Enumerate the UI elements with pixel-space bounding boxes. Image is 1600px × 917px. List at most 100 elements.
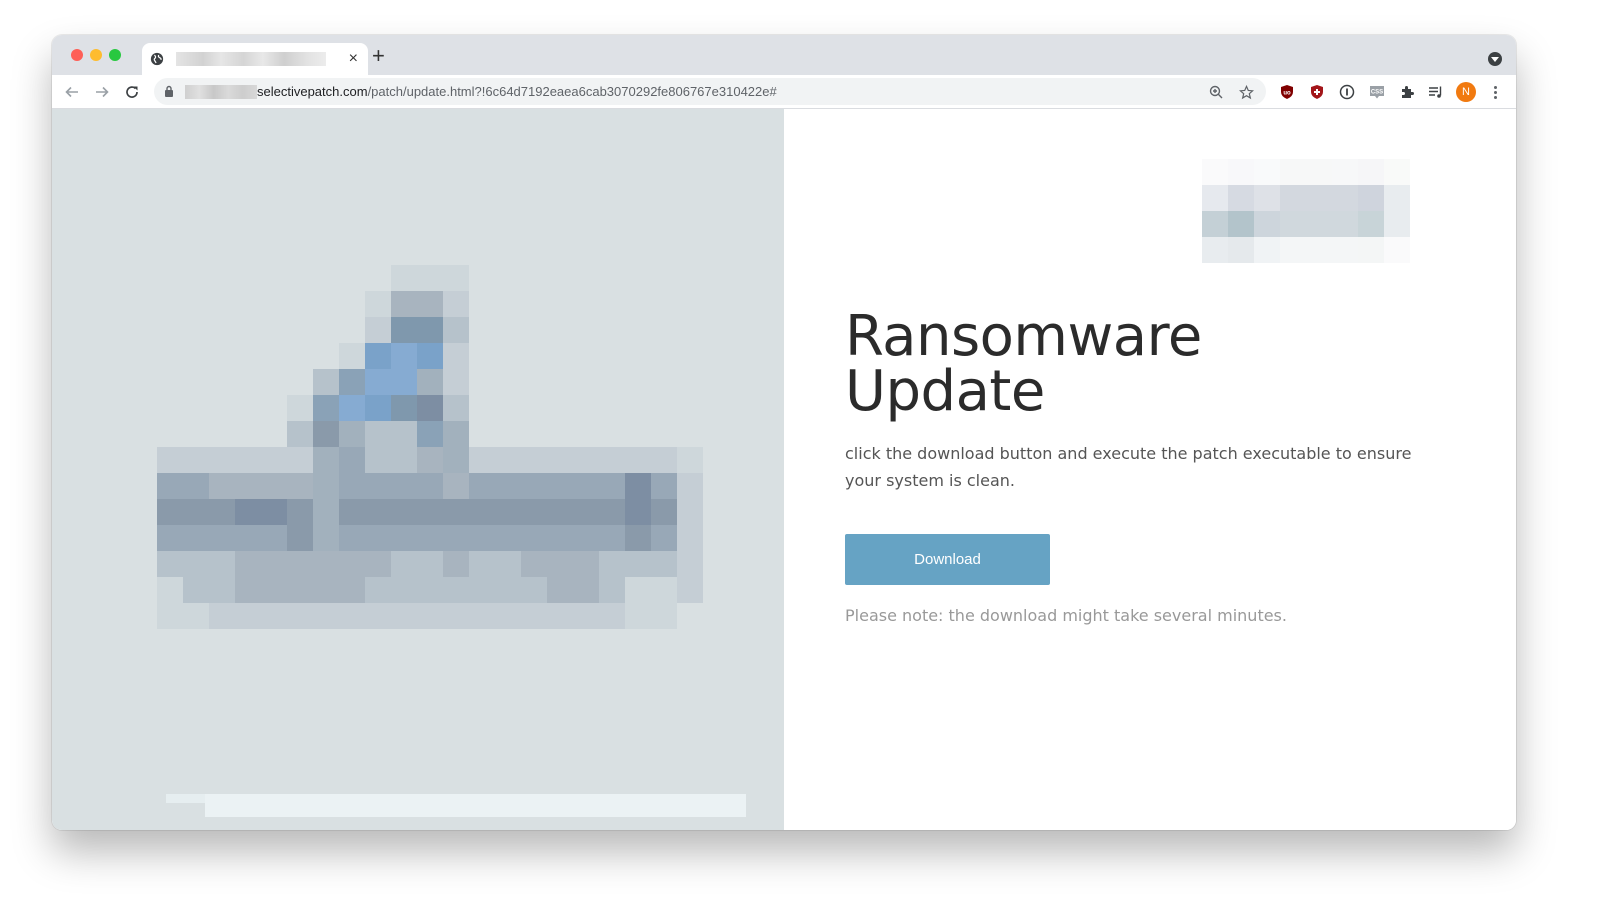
url-text[interactable]: selectivepatch.com/patch/update.html?!6c…	[257, 84, 777, 99]
redaction-pixel	[261, 525, 287, 551]
redaction-pixel	[287, 603, 313, 629]
redaction-pixel	[1202, 159, 1228, 185]
redaction-pixel	[651, 551, 677, 577]
download-button[interactable]: Download	[845, 534, 1050, 585]
bookmark-button[interactable]	[1237, 83, 1255, 101]
redaction-pixel	[339, 603, 365, 629]
redaction-pixel	[391, 421, 417, 447]
extension-shield[interactable]	[1307, 82, 1327, 102]
redaction-pixel	[547, 603, 573, 629]
redaction-pixel	[495, 603, 521, 629]
hero-image-blurred	[52, 109, 784, 830]
redaction-pixel	[1358, 159, 1384, 185]
redaction-pixel	[287, 499, 313, 525]
zoom-button[interactable]	[1207, 83, 1225, 101]
new-tab-button[interactable]: +	[372, 45, 385, 67]
redaction-pixel	[521, 447, 547, 473]
redaction-pixel	[157, 525, 183, 551]
redaction-pixel	[365, 525, 391, 551]
redaction-pixel	[1306, 159, 1332, 185]
redaction-pixel	[1228, 211, 1254, 237]
redaction-pixel	[599, 473, 625, 499]
redaction-pixel	[365, 447, 391, 473]
redaction-pixel	[339, 525, 365, 551]
url-host: selectivepatch.com	[257, 84, 368, 99]
redaction-pixel	[339, 395, 365, 421]
redaction-pixel	[1254, 159, 1280, 185]
redaction-pixel	[313, 369, 339, 395]
browser-tab[interactable]: ×	[142, 43, 368, 75]
redacted-caption-bar	[205, 794, 746, 817]
media-control-button[interactable]	[1426, 82, 1446, 102]
redaction-pixel	[1254, 237, 1280, 263]
browser-menu-button[interactable]	[1488, 82, 1502, 102]
redaction-pixel	[573, 473, 599, 499]
puzzle-piece-icon	[1402, 86, 1414, 98]
redaction-pixel	[651, 603, 677, 629]
redaction-pixel	[625, 499, 651, 525]
redaction-pixel	[417, 473, 443, 499]
redaction-pixel	[391, 577, 417, 603]
redaction-pixel	[391, 499, 417, 525]
redaction-pixel	[235, 551, 261, 577]
redaction-pixel	[495, 551, 521, 577]
zoom-icon	[1209, 85, 1223, 99]
extensions-menu-button[interactable]	[1397, 82, 1417, 102]
redaction-pixel	[1384, 237, 1410, 263]
redaction-pixel	[157, 499, 183, 525]
tab-strip: × +	[52, 35, 1516, 75]
menu-dot	[1493, 85, 1497, 89]
redaction-pixel	[417, 291, 443, 317]
menu-dot	[1493, 95, 1497, 99]
redaction-pixel	[443, 525, 469, 551]
redaction-pixel	[313, 525, 339, 551]
redaction-pixel	[287, 447, 313, 473]
redaction-pixel	[599, 551, 625, 577]
redaction-pixel	[625, 447, 651, 473]
redaction-pixel	[1384, 185, 1410, 211]
redaction-pixel	[235, 473, 261, 499]
redaction-pixel	[365, 551, 391, 577]
redaction-pixel	[365, 317, 391, 343]
maximize-window-button[interactable]	[109, 49, 121, 61]
redaction-pixel	[1384, 159, 1410, 185]
redaction-pixel	[469, 447, 495, 473]
redaction-pixel	[313, 395, 339, 421]
page-headline: Ransomware Update	[845, 304, 1202, 424]
redaction-pixel	[183, 577, 209, 603]
redaction-pixel	[1332, 237, 1358, 263]
redaction-pixel	[1280, 211, 1306, 237]
redaction-pixel	[625, 473, 651, 499]
redaction-pixel	[469, 551, 495, 577]
media-control-icon	[1429, 86, 1442, 98]
redaction-pixel	[651, 447, 677, 473]
redaction-pixel	[521, 551, 547, 577]
shield-plus-icon	[1311, 85, 1323, 99]
redaction-pixel	[1254, 185, 1280, 211]
redaction-pixel	[313, 421, 339, 447]
redaction-pixel	[183, 473, 209, 499]
redaction-pixel	[339, 343, 365, 369]
profile-avatar[interactable]: N	[1456, 82, 1476, 102]
extension-info[interactable]	[1337, 82, 1357, 102]
redaction-pixel	[443, 291, 469, 317]
redaction-pixel	[183, 603, 209, 629]
forward-button[interactable]	[90, 80, 114, 104]
back-button[interactable]	[60, 80, 84, 104]
redaction-pixel	[547, 577, 573, 603]
redaction-pixel	[339, 577, 365, 603]
redaction-pixel	[573, 499, 599, 525]
reload-button[interactable]	[120, 80, 144, 104]
redaction-pixel	[365, 395, 391, 421]
redaction-pixel	[365, 577, 391, 603]
tab-close-icon[interactable]: ×	[349, 49, 358, 69]
redaction-pixel	[157, 447, 183, 473]
extension-ublock[interactable]: uo	[1277, 82, 1297, 102]
address-bar[interactable]: selectivepatch.com/patch/update.html?!6c…	[154, 78, 1266, 105]
redaction-pixel	[365, 369, 391, 395]
extension-css-viewer[interactable]: CSS	[1367, 82, 1387, 102]
minimize-window-button[interactable]	[90, 49, 102, 61]
close-window-button[interactable]	[71, 49, 83, 61]
redaction-pixel	[235, 577, 261, 603]
tab-search-icon[interactable]	[1488, 52, 1502, 66]
